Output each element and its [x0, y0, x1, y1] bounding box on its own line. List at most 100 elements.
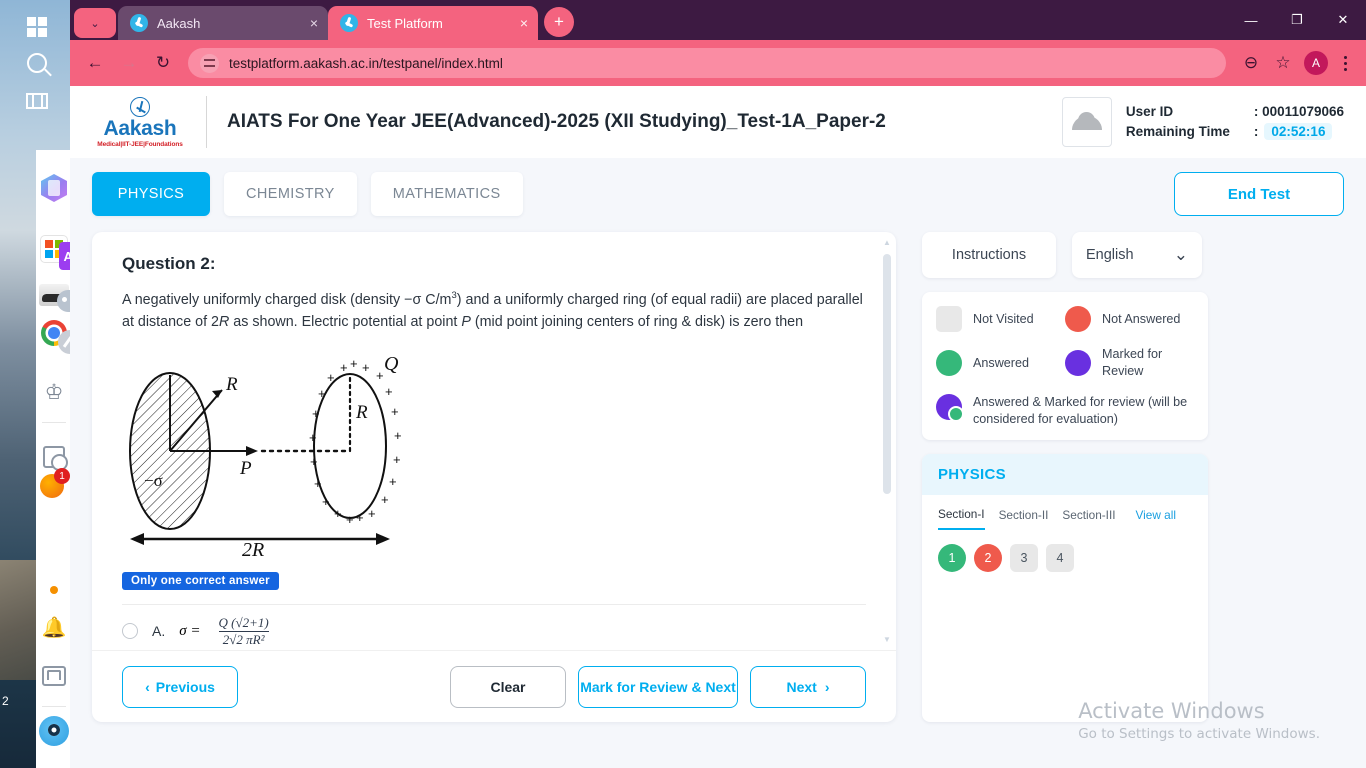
option-a[interactable]: A. σ = Q (√2+1) 2√2 πR² — [122, 615, 866, 648]
monster-avatar-icon[interactable] — [36, 716, 72, 746]
previous-button[interactable]: ‹ Previous — [122, 665, 238, 708]
svg-text:+: + — [346, 512, 354, 527]
browser-window: ⌄ Aakash × Test Platform × + — ❐ ✕ ← → ↻… — [70, 0, 1366, 768]
new-tab-button[interactable]: + — [544, 7, 574, 37]
user-info-box: User ID : 00011079066 Remaining Time : 0… — [1061, 97, 1344, 147]
edit-pen-icon[interactable] — [52, 330, 72, 354]
tab-physics[interactable]: PHYSICS — [92, 172, 210, 216]
windows-start-icon[interactable] — [18, 8, 56, 46]
option-a-denominator: 2√2 πR² — [218, 630, 269, 648]
svg-text:+: + — [362, 360, 370, 375]
badge-count: 1 — [54, 468, 70, 484]
reload-icon[interactable]: ↻ — [148, 48, 178, 78]
tab-chemistry[interactable]: CHEMISTRY — [224, 172, 357, 216]
svg-text:2R: 2R — [242, 539, 264, 556]
section-tab-3[interactable]: Section-III — [1062, 508, 1115, 529]
question-number-1[interactable]: 1 — [938, 544, 966, 572]
disk-ring-diagram: R −σ P R Q + + + + + + + + + + + + + + +… — [129, 353, 402, 561]
svg-text:+: + — [381, 492, 389, 507]
bell-icon[interactable]: 🔔 — [36, 618, 72, 638]
crown-icon[interactable]: ♔ — [36, 382, 72, 403]
restore-icon[interactable]: ❐ — [1274, 0, 1320, 40]
option-a-radio[interactable] — [122, 623, 138, 640]
scroll-down-arrow-icon[interactable]: ▼ — [883, 635, 891, 644]
panel-top-row: Instructions English ⌄ — [922, 232, 1208, 278]
right-panel: Instructions English ⌄ Not Visited Not A… — [922, 232, 1208, 722]
svg-text:+: + — [309, 430, 317, 445]
question-scrollbar[interactable]: ▲ ▼ — [883, 238, 891, 644]
bookmark-star-icon[interactable]: ☆ — [1268, 48, 1298, 78]
close-tab-icon[interactable]: × — [310, 15, 318, 31]
zoom-out-icon[interactable]: ⊖ — [1236, 48, 1266, 78]
chrome-menu-icon[interactable] — [1334, 55, 1356, 71]
question-text-part3: as shown. Electric potential at point — [229, 314, 462, 331]
site-settings-icon[interactable] — [200, 53, 219, 73]
chevron-down-icon: ⌄ — [90, 17, 100, 30]
question-number-2[interactable]: 2 — [974, 544, 1002, 572]
inbox-icon[interactable] — [36, 666, 72, 686]
answered-marked-review-swatch — [936, 394, 964, 422]
section-tab-1[interactable]: Section-I — [938, 507, 985, 530]
search-icon[interactable] — [18, 44, 56, 82]
scroll-up-arrow-icon[interactable]: ▲ — [883, 238, 891, 247]
aakash-favicon — [130, 14, 148, 32]
question-number-3[interactable]: 3 — [1010, 544, 1038, 572]
tab-search-chevron-icon[interactable]: ⌄ — [74, 8, 116, 38]
aakash-emblem-icon — [130, 96, 150, 117]
mark-for-review-next-button[interactable]: Mark for Review & Next — [578, 665, 738, 708]
question-text-part4: (mid point joining centers of ring & dis… — [470, 314, 804, 331]
language-select[interactable]: English ⌄ — [1072, 232, 1202, 278]
instructions-button[interactable]: Instructions — [922, 232, 1056, 278]
forward-icon[interactable]: → — [114, 48, 144, 78]
browser-tab-aakash[interactable]: Aakash × — [118, 6, 328, 40]
tab-mathematics[interactable]: MATHEMATICS — [370, 172, 523, 216]
status-dot-icon — [36, 586, 72, 594]
address-bar[interactable]: testplatform.aakash.ac.in/testpanel/inde… — [188, 48, 1226, 78]
profile-avatar[interactable]: A — [1304, 51, 1328, 75]
question-figure: R −σ P R Q + + + + + + + + + + + + + + +… — [122, 346, 866, 561]
end-test-button[interactable]: End Test — [1174, 172, 1344, 216]
question-italic-R: R — [218, 314, 230, 331]
gallery-hex-icon[interactable] — [36, 174, 72, 202]
test-platform-favicon — [340, 14, 358, 32]
exam-header: Aakash Medical|IIT-JEE|Foundations AIATS… — [70, 86, 1366, 158]
next-button[interactable]: Next › — [750, 665, 866, 708]
url-text: testplatform.aakash.ac.in/testpanel/inde… — [229, 55, 503, 71]
window-controls: — ❐ ✕ — [1228, 0, 1366, 40]
desktop-number: 2 — [2, 694, 9, 708]
svg-text:+: + — [322, 494, 330, 509]
option-a-fraction: Q (√2+1) 2√2 πR² — [215, 615, 273, 648]
bot-assistant-icon[interactable] — [52, 290, 72, 312]
tab-title: Test Platform — [367, 15, 443, 31]
notification-orange-icon[interactable]: 1 — [36, 468, 70, 498]
toolbar-actions: ⊖ ☆ A — [1236, 48, 1356, 78]
history-clock-icon[interactable] — [36, 446, 72, 471]
question-number-4[interactable]: 4 — [1046, 544, 1074, 572]
task-view-icon[interactable] — [18, 82, 56, 120]
section-tab-2[interactable]: Section-II — [999, 508, 1049, 529]
svg-text:Q: Q — [384, 353, 399, 375]
option-a-lhs: σ = — [179, 622, 201, 639]
close-tab-icon[interactable]: × — [520, 15, 528, 31]
browser-titlebar: ⌄ Aakash × Test Platform × + — ❐ ✕ — [70, 0, 1366, 40]
brand-name: Aakash — [103, 116, 177, 140]
legend-answered: Answered — [936, 350, 1065, 376]
scrollbar-thumb[interactable] — [883, 254, 891, 494]
view-all-link[interactable]: View all — [1136, 508, 1176, 529]
status-legend: Not Visited Not Answered Answered Marked… — [922, 292, 1208, 440]
avatar — [1061, 97, 1112, 147]
main-content: Question 2: A negatively uniformly charg… — [70, 226, 1366, 722]
not-answered-swatch — [1065, 306, 1091, 332]
clear-button[interactable]: Clear — [450, 665, 566, 708]
minimize-icon[interactable]: — — [1228, 0, 1274, 40]
answer-type-row: Only one correct answer — [122, 571, 866, 590]
question-text: A negatively uniformly charged disk (den… — [122, 288, 866, 334]
option-a-key: A. — [152, 623, 166, 640]
dock-divider-2 — [42, 706, 66, 707]
back-icon[interactable]: ← — [80, 48, 110, 78]
close-window-icon[interactable]: ✕ — [1320, 0, 1366, 40]
legend-label: Not Answered — [1102, 311, 1181, 326]
svg-text:+: + — [376, 368, 384, 383]
browser-tab-test-platform[interactable]: Test Platform × — [328, 6, 538, 40]
palette-section-tabs: Section-I Section-II Section-III View al… — [922, 495, 1208, 530]
